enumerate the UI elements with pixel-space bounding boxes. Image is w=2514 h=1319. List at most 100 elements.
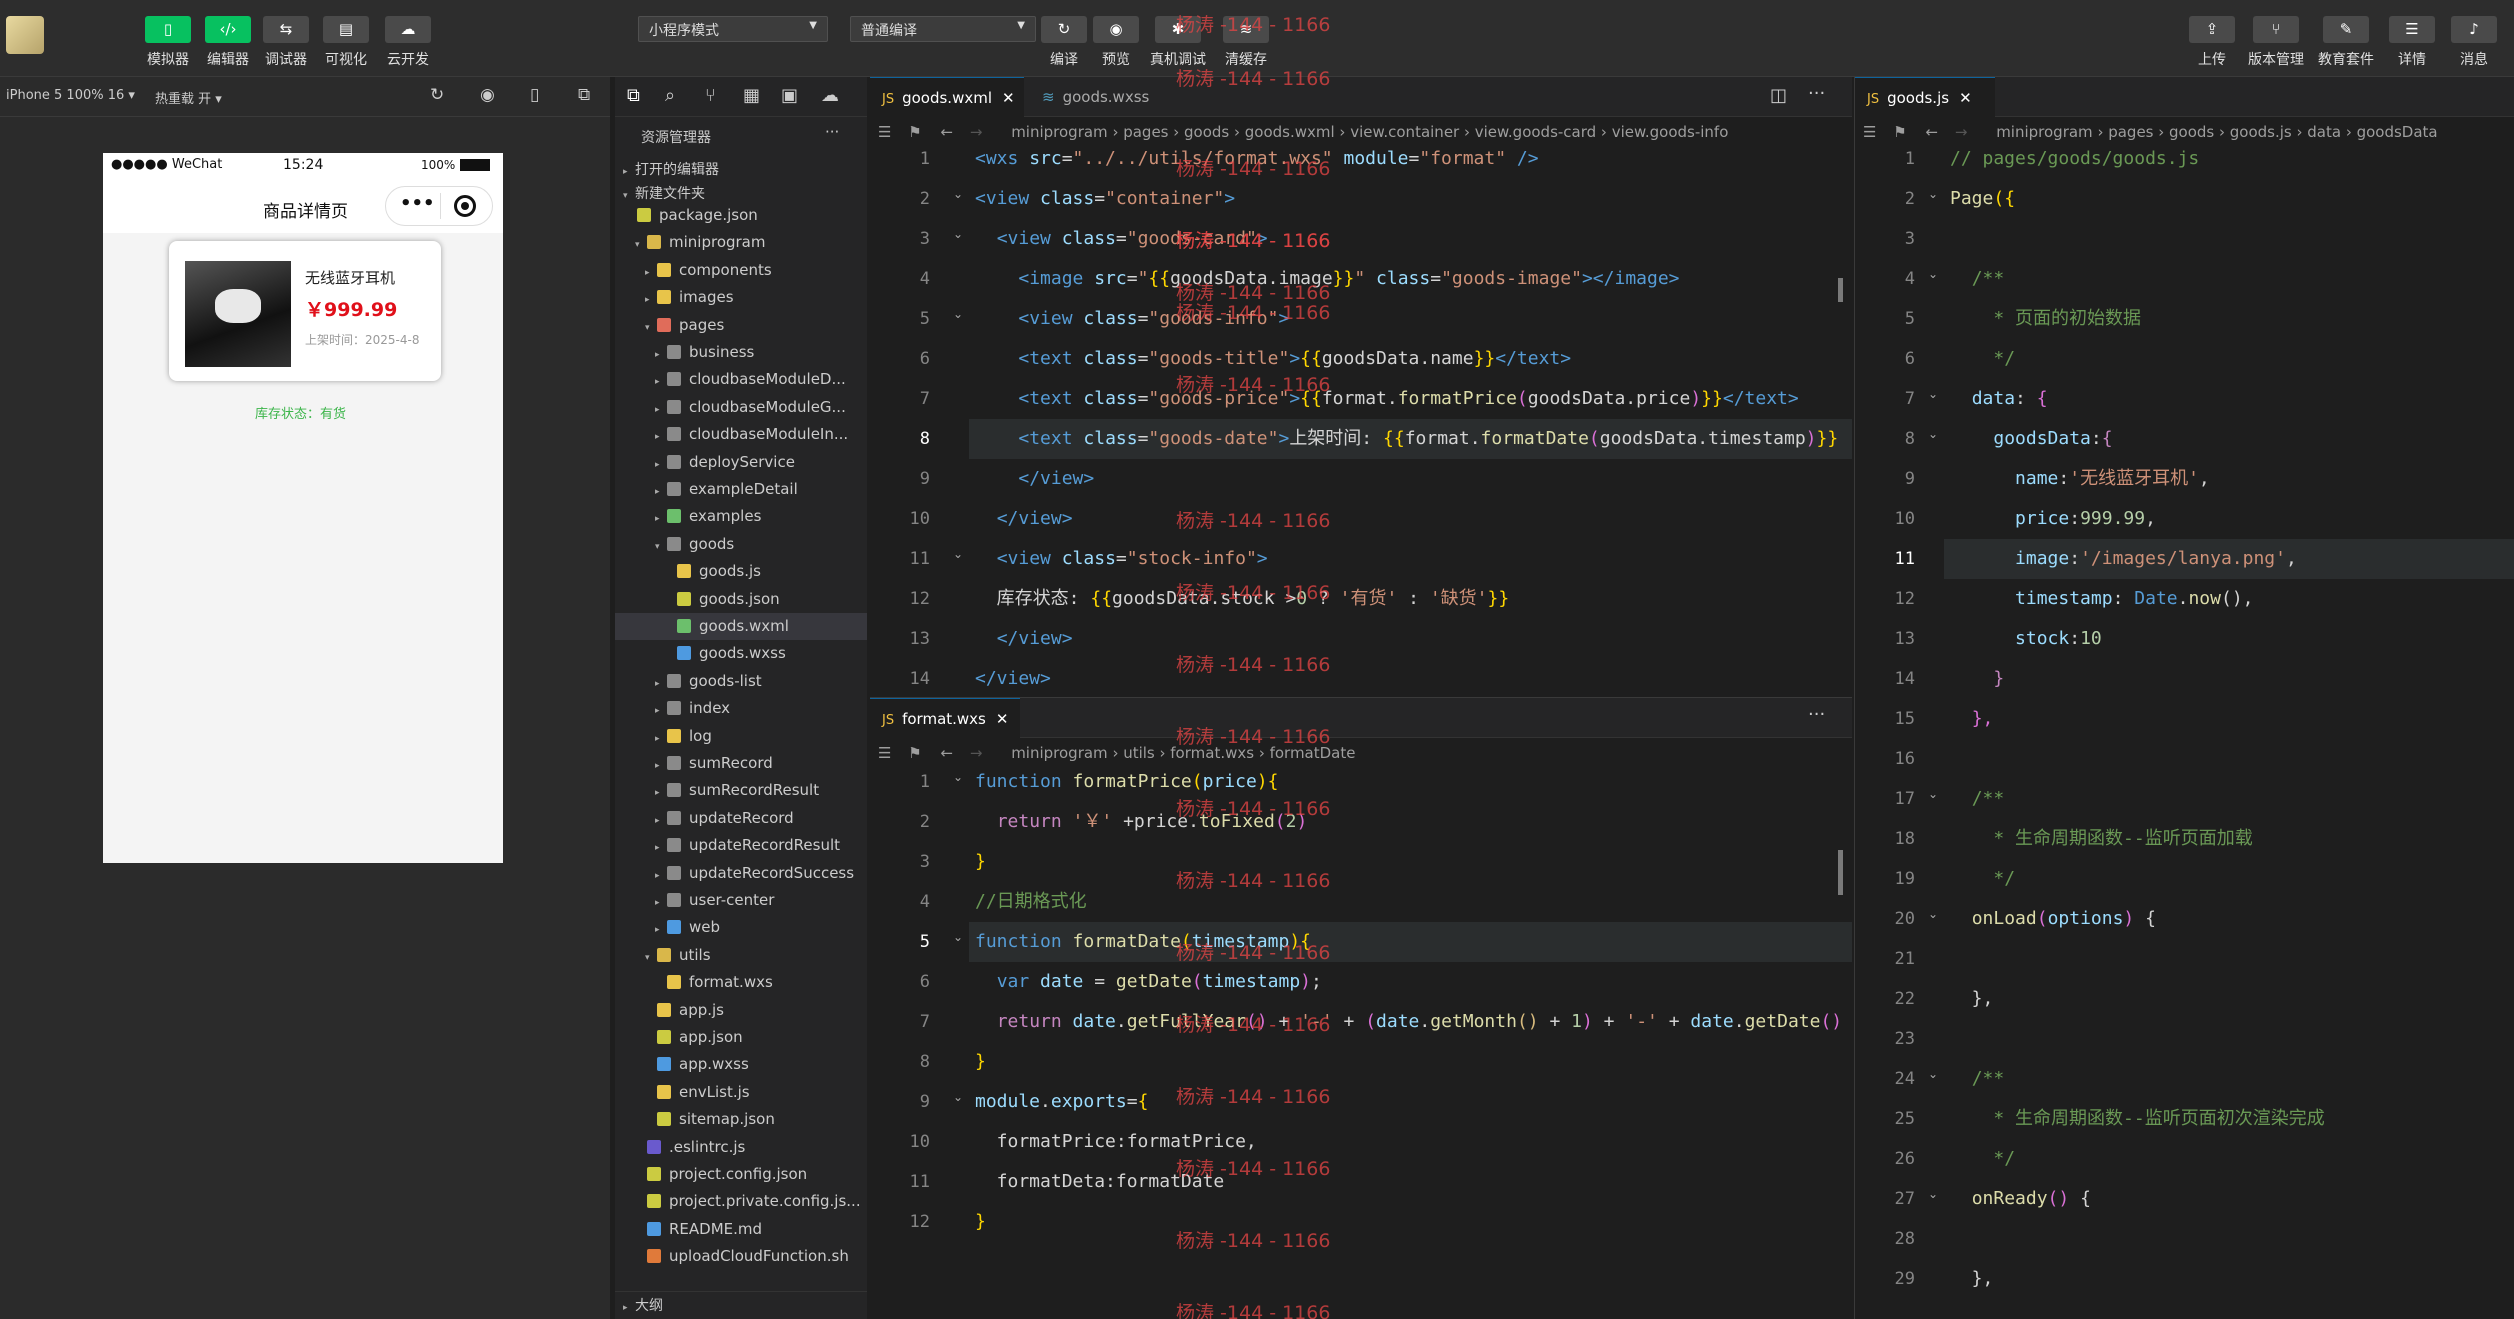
fold-icon[interactable]: ⌄ xyxy=(1928,187,1938,201)
cloud-icon[interactable]: ☁ xyxy=(821,85,839,106)
tree-file[interactable]: package.json xyxy=(615,202,867,229)
tree-file[interactable]: goods.json xyxy=(615,586,867,613)
toolbar-button-cloud[interactable]: ☁ 云开发 xyxy=(380,16,436,69)
tree-folder[interactable]: ▸ exampleDetail xyxy=(615,476,867,503)
toolbar-button-debug[interactable]: ⇆ 调试器 xyxy=(258,16,314,69)
capsule-menu[interactable]: ••• xyxy=(385,186,493,226)
fold-icon[interactable]: ⌄ xyxy=(953,227,963,241)
code-area[interactable]: 1 ⌄ function formatPrice(price){2 return '… xyxy=(870,762,1852,1319)
fold-icon[interactable]: ⌄ xyxy=(1928,427,1938,441)
tree-file[interactable]: app.wxss xyxy=(615,1051,867,1078)
toolbar-button-menu[interactable]: ☰ 详情 xyxy=(2384,16,2440,69)
fold-icon[interactable]: ⌄ xyxy=(1928,907,1938,921)
tree-folder[interactable]: ▸ updateRecord xyxy=(615,805,867,832)
toolbar-button-eye[interactable]: ◉ 预览 xyxy=(1088,16,1144,69)
fold-icon[interactable]: ⌄ xyxy=(1928,787,1938,801)
toolbar-button-phone[interactable]: ▯ 模拟器 xyxy=(140,16,196,69)
fold-icon[interactable]: ⌄ xyxy=(953,307,963,321)
toolbar-button-bell[interactable]: ♪ 消息 xyxy=(2446,16,2502,69)
extensions-icon[interactable]: ▦ xyxy=(743,85,760,106)
tree-file[interactable]: goods.js xyxy=(615,558,867,585)
image-icon[interactable]: ▣ xyxy=(781,85,798,106)
tree-file[interactable]: app.js xyxy=(615,997,867,1024)
goods-card[interactable]: 无线蓝牙耳机 ￥999.99 上架时间：2025-4-8 xyxy=(169,241,441,381)
device-select[interactable]: iPhone 5 100% 16 ▾ xyxy=(6,88,135,103)
back-icon[interactable]: ← xyxy=(940,744,953,762)
close-icon[interactable]: ✕ xyxy=(1002,89,1015,107)
search-icon[interactable]: ⌕ xyxy=(665,85,675,106)
fold-icon[interactable]: ⌄ xyxy=(1928,1067,1938,1081)
tree-folder[interactable]: ▸ updateRecordResult xyxy=(615,832,867,859)
tree-folder[interactable]: ▾ goods xyxy=(615,531,867,558)
toolbar-button-refresh[interactable]: ↻ 编译 xyxy=(1036,16,1092,69)
tree-folder[interactable]: ▸ cloudbaseModuleIn... xyxy=(615,421,867,448)
toolbar-button-layers[interactable]: ≋ 清缓存 xyxy=(1218,16,1274,69)
tree-folder[interactable]: ▸ components xyxy=(615,257,867,284)
files-icon[interactable]: ⧉ xyxy=(627,85,640,106)
compile-select[interactable]: 普通编译 ▼ xyxy=(850,16,1036,42)
tree-file[interactable]: app.json xyxy=(615,1024,867,1051)
tree-file[interactable]: envList.js xyxy=(615,1079,867,1106)
tree-file[interactable]: goods.wxss xyxy=(615,640,867,667)
tree-file[interactable]: project.config.json xyxy=(615,1161,867,1188)
tree-folder[interactable]: ▸ user-center xyxy=(615,887,867,914)
fold-icon[interactable]: ⌄ xyxy=(953,187,963,201)
open-editors-section[interactable]: ▸ 打开的编辑器 xyxy=(615,157,867,184)
tree-folder[interactable]: ▸ log xyxy=(615,723,867,750)
bookmark-icon[interactable]: ⚑ xyxy=(908,744,921,762)
tree-folder[interactable]: ▸ index xyxy=(615,695,867,722)
tree-folder[interactable]: ▾ utils xyxy=(615,942,867,969)
toolbar-button-branch[interactable]: ⑂ 版本管理 xyxy=(2248,16,2304,69)
tree-folder[interactable]: ▸ web xyxy=(615,914,867,941)
project-avatar[interactable] xyxy=(6,16,44,54)
fold-icon[interactable]: ⌄ xyxy=(1928,387,1938,401)
fold-icon[interactable]: ⌄ xyxy=(953,547,963,561)
more-icon[interactable]: ··· xyxy=(825,123,839,141)
scrollbar-thumb[interactable] xyxy=(1838,278,1843,302)
tree-folder[interactable]: ▸ updateRecordSuccess xyxy=(615,860,867,887)
tree-folder[interactable]: ▸ examples xyxy=(615,503,867,530)
tree-folder[interactable]: ▸ sumRecord xyxy=(615,750,867,777)
popout-icon[interactable]: ⧉ xyxy=(578,85,590,105)
phone-icon[interactable]: ▯ xyxy=(530,85,539,105)
toolbar-button-upload[interactable]: ⇪ 上传 xyxy=(2184,16,2240,69)
fold-icon[interactable]: ⌄ xyxy=(953,770,963,784)
tree-folder[interactable]: ▾ pages xyxy=(615,312,867,339)
code-area[interactable]: 1// pages/goods/goods.js 2 ⌄ Page({3 4 ⌄ /** 5… xyxy=(1855,139,2514,1319)
stop-icon[interactable]: ◉ xyxy=(480,85,495,105)
tree-folder[interactable]: ▾ miniprogram xyxy=(615,229,867,256)
fold-icon[interactable]: ⌄ xyxy=(953,930,963,944)
tree-file[interactable]: .eslintrc.js xyxy=(615,1134,867,1161)
outline-section[interactable]: ▸ 大纲 xyxy=(615,1291,867,1319)
more-icon[interactable]: ··· xyxy=(1808,704,1825,725)
toolbar-button-bug[interactable]: ✱ 真机调试 xyxy=(1150,16,1206,69)
tree-file[interactable]: sitemap.json xyxy=(615,1106,867,1133)
tree-file[interactable]: goods.wxml xyxy=(615,613,867,640)
forward-icon[interactable]: → xyxy=(970,744,983,762)
tab-goods-wxss[interactable]: ≋ goods.wxss xyxy=(1030,77,1170,117)
toolbar-button-graduation[interactable]: ✎ 教育套件 xyxy=(2318,16,2374,69)
close-icon[interactable]: ✕ xyxy=(996,710,1009,728)
more-icon[interactable]: ··· xyxy=(1808,83,1825,104)
close-icon[interactable]: ✕ xyxy=(1959,89,1972,107)
tree-folder[interactable]: ▸ goods-list xyxy=(615,668,867,695)
tree-folder[interactable]: ▸ cloudbaseModuleG... xyxy=(615,394,867,421)
close-mini-icon[interactable] xyxy=(454,195,476,217)
tree-folder[interactable]: ▸ sumRecordResult xyxy=(615,777,867,804)
scrollbar-thumb[interactable] xyxy=(1838,850,1843,895)
tree-folder[interactable]: ▸ images xyxy=(615,284,867,311)
tree-file[interactable]: README.md xyxy=(615,1216,867,1243)
tab-goods-wxml[interactable]: JS goods.wxml ✕ xyxy=(870,77,1024,117)
more-icon[interactable]: ••• xyxy=(400,193,435,214)
fold-icon[interactable]: ⌄ xyxy=(1928,1187,1938,1201)
tab-format-wxs[interactable]: JS format.wxs ✕ xyxy=(870,698,1020,738)
toolbar-button-code[interactable]: ‹/› 编辑器 xyxy=(200,16,256,69)
tree-file[interactable]: format.wxs xyxy=(615,969,867,996)
mode-select[interactable]: 小程序模式 ▼ xyxy=(638,16,828,42)
tree-file[interactable]: project.private.config.js... xyxy=(615,1188,867,1215)
hotreload-toggle[interactable]: 热重载 开 ▾ xyxy=(155,88,222,107)
tree-folder[interactable]: ▸ deployService xyxy=(615,449,867,476)
code-area[interactable]: 1 <wxs src="../../utils/format.wxs" modul… xyxy=(870,139,1852,697)
fold-icon[interactable]: ⌄ xyxy=(953,1090,963,1104)
git-icon[interactable]: ⑂ xyxy=(705,85,716,106)
